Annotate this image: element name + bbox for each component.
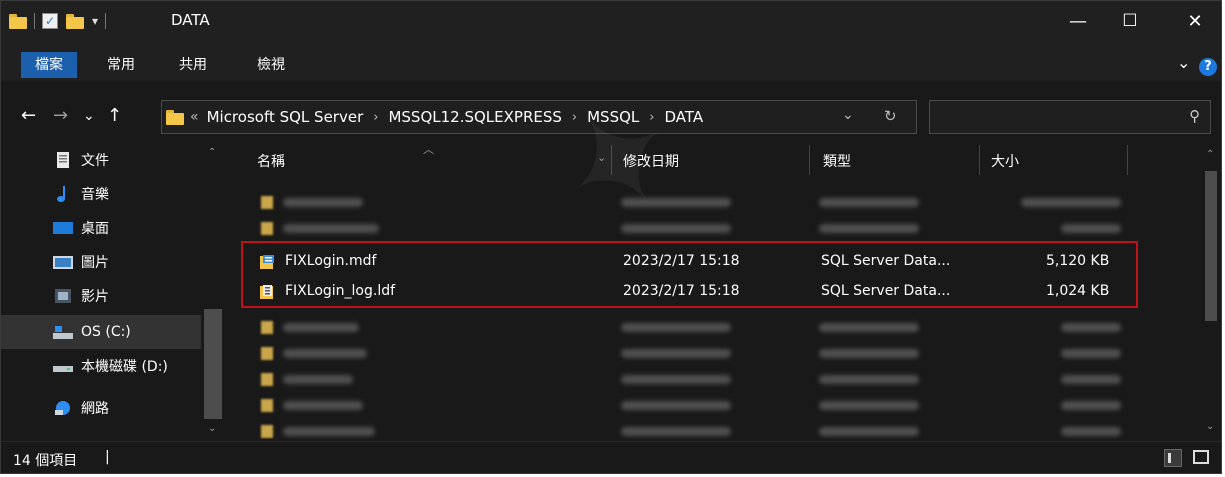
- status-separator: |: [105, 449, 110, 465]
- sidebar-item-local-disk-d[interactable]: 本機磁碟 (D:): [1, 349, 201, 383]
- quick-access-toolbar: ✓ ▾: [9, 10, 113, 32]
- maximize-button[interactable]: ☐: [1106, 1, 1154, 41]
- sidebar-item-label: 網路: [81, 401, 109, 417]
- breadcrumb-sql-server[interactable]: Microsoft SQL Server: [207, 108, 364, 126]
- network-icon: [55, 401, 70, 415]
- breadcrumb-mssql[interactable]: MSSQL: [587, 108, 639, 126]
- scroll-up-icon[interactable]: ⌃: [1206, 149, 1214, 160]
- sidebar-item-network[interactable]: 網路: [1, 391, 201, 425]
- divider: [34, 13, 35, 29]
- list-item[interactable]: [241, 415, 1201, 439]
- column-divider[interactable]: [809, 145, 810, 175]
- sidebar-item-label: 音樂: [81, 187, 109, 203]
- breadcrumb-separator-icon[interactable]: ›: [572, 110, 577, 125]
- sidebar-item-music[interactable]: 音樂: [1, 177, 201, 211]
- tab-view[interactable]: 檢視: [257, 52, 285, 78]
- sidebar-item-os-c[interactable]: OS (C:): [1, 315, 201, 349]
- tab-share[interactable]: 共用: [179, 52, 207, 78]
- column-divider[interactable]: [611, 145, 612, 175]
- column-divider[interactable]: [979, 145, 980, 175]
- sidebar-item-label: 桌面: [81, 221, 109, 237]
- new-folder-icon[interactable]: [66, 13, 84, 29]
- database-file-icon: [261, 373, 273, 386]
- database-log-file-icon: [261, 222, 273, 235]
- column-divider[interactable]: [1127, 145, 1128, 175]
- sidebar-item-pictures[interactable]: 圖片: [1, 245, 201, 279]
- scrollbar-thumb[interactable]: [1205, 171, 1217, 321]
- address-dropdown-icon[interactable]: ⌄: [842, 107, 854, 123]
- desktop-icon: [53, 222, 73, 234]
- sidebar-item-desktop[interactable]: 桌面: [1, 211, 201, 245]
- videos-icon: [55, 289, 71, 303]
- highlight-box: [241, 241, 1138, 308]
- large-icons-view-icon[interactable]: [1193, 450, 1209, 464]
- folder-icon: [166, 109, 184, 125]
- tab-home[interactable]: 常用: [107, 52, 135, 78]
- address-bar[interactable]: « Microsoft SQL Server › MSSQL12.SQLEXPR…: [161, 100, 917, 134]
- navigation-pane: 文件 音樂 桌面 圖片 影片 OS (C:) 本機磁碟 (D:) 網路: [1, 141, 226, 439]
- column-header-name[interactable]: 名稱: [257, 151, 285, 171]
- list-item[interactable]: [241, 212, 1201, 244]
- column-dropdown-icon[interactable]: ⌄: [597, 151, 606, 164]
- item-count: 14 個項目: [13, 453, 78, 469]
- navigation-bar: ← → ⌄ ↑ « Microsoft SQL Server › MSSQL12…: [1, 95, 1221, 139]
- help-icon[interactable]: ?: [1199, 58, 1217, 76]
- tab-file[interactable]: 檔案: [21, 52, 77, 78]
- file-list-scrollbar[interactable]: ⌃ ⌄: [1203, 141, 1219, 439]
- sidebar-item-videos[interactable]: 影片: [1, 279, 201, 313]
- sidebar-item-label: OS (C:): [81, 324, 131, 340]
- properties-checkbox-icon[interactable]: ✓: [42, 13, 58, 29]
- sort-ascending-icon: ︿: [423, 143, 434, 156]
- sidebar-item-label: 圖片: [81, 255, 109, 271]
- database-file-icon: [261, 321, 273, 334]
- database-log-file-icon: [261, 399, 273, 412]
- explorer-window: ✓ ▾ DATA — ☐ ✕ 檔案 常用 共用 檢視 ⌄ ? ← → ⌄ ↑ «…: [0, 0, 1222, 474]
- window-title: DATA: [171, 11, 210, 29]
- refresh-icon[interactable]: ↻: [884, 107, 897, 125]
- column-header-type[interactable]: 類型: [823, 151, 851, 171]
- navigation-pane-scrollbar[interactable]: ⌃ ⌄: [204, 141, 222, 439]
- scroll-down-icon[interactable]: ⌄: [1206, 421, 1214, 432]
- scrollbar-thumb[interactable]: [204, 309, 222, 419]
- breadcrumb-instance[interactable]: MSSQL12.SQLEXPRESS: [388, 108, 561, 126]
- pictures-icon: [53, 256, 73, 269]
- scroll-down-icon[interactable]: ⌄: [208, 423, 216, 434]
- breadcrumb-data[interactable]: DATA: [664, 108, 703, 126]
- database-file-icon: [261, 196, 273, 209]
- column-header-modified[interactable]: 修改日期: [623, 151, 679, 171]
- divider: [105, 13, 107, 29]
- database-file-icon: [261, 425, 273, 438]
- back-button[interactable]: ←: [21, 105, 36, 127]
- expand-ribbon-icon[interactable]: ⌄: [1177, 53, 1190, 72]
- customize-quick-access-icon[interactable]: ▾: [92, 14, 98, 28]
- recent-locations-button[interactable]: ⌄: [83, 105, 95, 127]
- system-drive-icon: [53, 326, 73, 339]
- column-header-row: 名稱 ︿ ⌄ 修改日期 類型 大小: [231, 141, 1191, 179]
- breadcrumb-separator-icon[interactable]: ›: [373, 110, 378, 125]
- overflow-icon[interactable]: «: [190, 109, 199, 125]
- status-bar: 14 個項目 |: [1, 441, 1221, 473]
- page: ✓ ▾ DATA — ☐ ✕ 檔案 常用 共用 檢視 ⌄ ? ← → ⌄ ↑ «…: [0, 0, 1225, 477]
- column-header-size[interactable]: 大小: [991, 151, 1019, 171]
- up-button[interactable]: ↑: [107, 105, 122, 127]
- sidebar-item-label: 影片: [81, 289, 109, 305]
- database-log-file-icon: [261, 347, 273, 360]
- sidebar-item-label: 本機磁碟 (D:): [81, 359, 168, 375]
- scroll-up-icon[interactable]: ⌃: [208, 147, 216, 158]
- drive-icon: [53, 366, 73, 372]
- details-view-icon[interactable]: [1164, 449, 1182, 467]
- title-bar: ✓ ▾ DATA — ☐ ✕: [1, 1, 1221, 41]
- minimize-button[interactable]: —: [1054, 1, 1102, 41]
- search-icon: ⚲: [1189, 107, 1200, 125]
- close-button[interactable]: ✕: [1171, 1, 1219, 41]
- sidebar-item-documents[interactable]: 文件: [1, 143, 201, 177]
- forward-button[interactable]: →: [53, 105, 68, 127]
- breadcrumb-separator-icon[interactable]: ›: [649, 110, 654, 125]
- folder-icon: [9, 13, 27, 29]
- search-box[interactable]: ⚲: [929, 100, 1211, 134]
- sidebar-item-label: 文件: [81, 153, 109, 169]
- music-icon: [57, 186, 65, 202]
- document-icon: [57, 152, 69, 168]
